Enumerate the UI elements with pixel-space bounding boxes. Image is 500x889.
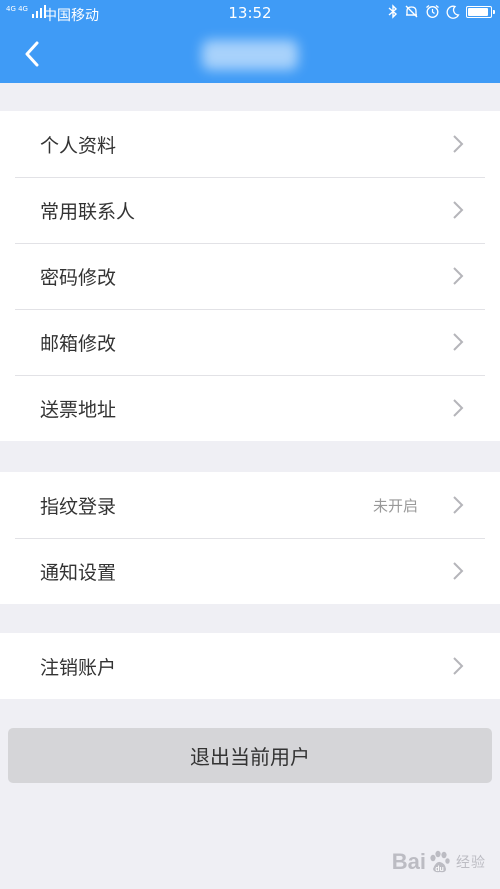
settings-group-account: 个人资料 常用联系人 密码修改 邮箱修改 送票地址 — [0, 111, 500, 441]
page-title-blurred — [202, 40, 298, 70]
baidu-paw-icon: du — [430, 850, 450, 873]
menu-item-change-email[interactable]: 邮箱修改 — [0, 309, 500, 375]
menu-item-fingerprint-login[interactable]: 指纹登录 未开启 — [0, 472, 500, 538]
header-bar: 4G 4G 中国移动 13:52 — [0, 0, 500, 83]
fingerprint-status: 未开启 — [372, 496, 418, 515]
chevron-right-icon — [453, 562, 464, 580]
menu-item-label: 常用联系人 — [40, 200, 136, 223]
status-icons — [388, 4, 495, 19]
settings-group-account-removal: 注销账户 — [0, 633, 500, 699]
menu-item-cancel-account[interactable]: 注销账户 — [0, 633, 500, 699]
chevron-right-icon — [453, 201, 464, 219]
menu-item-label: 注销账户 — [40, 656, 117, 679]
menu-item-frequent-contacts[interactable]: 常用联系人 — [0, 177, 500, 243]
logout-button[interactable]: 退出当前用户 — [8, 728, 492, 783]
battery-icon — [466, 5, 495, 18]
menu-item-label: 邮箱修改 — [40, 332, 117, 355]
bluetooth-icon — [388, 4, 398, 19]
chevron-right-icon — [453, 657, 464, 675]
watermark-text-left: Bai — [391, 849, 426, 874]
bell-mute-icon — [405, 5, 418, 18]
chevron-right-icon — [453, 399, 464, 417]
menu-item-notification-settings[interactable]: 通知设置 — [0, 538, 500, 604]
menu-item-label: 密码修改 — [40, 266, 117, 289]
alarm-icon — [426, 4, 439, 18]
status-bar: 4G 4G 中国移动 13:52 — [0, 0, 500, 28]
chevron-right-icon — [453, 135, 464, 153]
chevron-right-icon — [453, 267, 464, 285]
chevron-left-icon — [25, 41, 39, 67]
watermark-text-right: 经验 — [456, 854, 486, 870]
svg-text:du: du — [435, 866, 444, 873]
menu-item-label: 个人资料 — [40, 134, 117, 157]
chevron-right-icon — [453, 496, 464, 514]
menu-item-label: 指纹登录 — [40, 495, 117, 518]
menu-item-ticket-address[interactable]: 送票地址 — [0, 375, 500, 441]
baidu-watermark: Bai du 经验 — [392, 849, 486, 875]
chevron-right-icon — [453, 333, 464, 351]
back-button[interactable] — [14, 36, 50, 72]
menu-item-change-password[interactable]: 密码修改 — [0, 243, 500, 309]
menu-item-label: 送票地址 — [40, 398, 117, 421]
moon-icon — [446, 5, 460, 19]
menu-item-personal-info[interactable]: 个人资料 — [0, 111, 500, 177]
menu-item-label: 通知设置 — [40, 561, 117, 584]
settings-group-security: 指纹登录 未开启 通知设置 — [0, 472, 500, 604]
